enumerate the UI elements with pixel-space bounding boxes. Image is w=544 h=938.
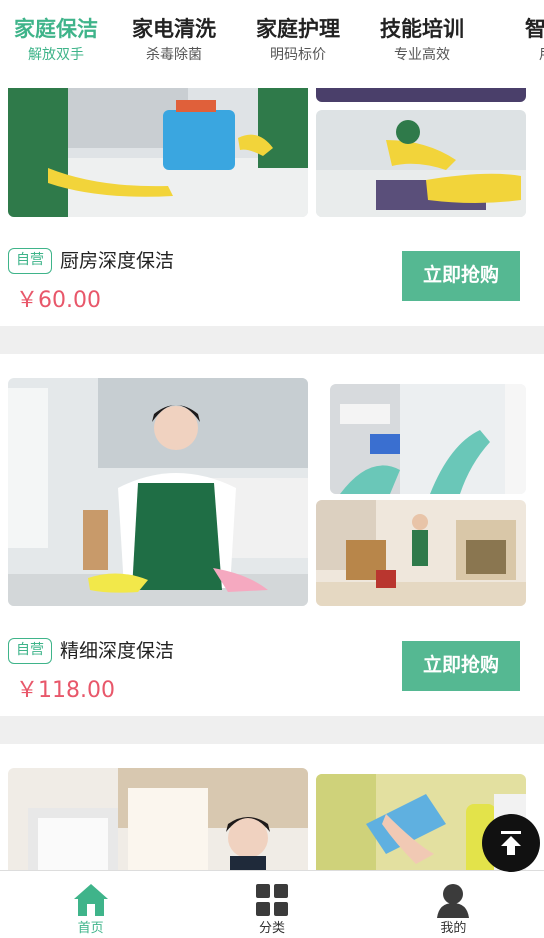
tab-subtitle: 用	[484, 44, 544, 66]
product-card[interactable]	[0, 744, 544, 870]
product-card[interactable]: 自营 厨房深度保洁 ￥60.00 立即抢购	[0, 88, 544, 326]
arrow-up-to-top-icon	[501, 831, 521, 855]
tab-title: 家庭护理	[256, 17, 340, 41]
tab-label: 首页	[77, 921, 104, 936]
buy-now-button[interactable]: 立即抢购	[402, 251, 520, 301]
home-icon	[73, 884, 108, 916]
back-to-top-button[interactable]	[482, 814, 540, 872]
bottom-tab-bar: 首页 分类 我的	[0, 870, 544, 938]
tab-subtitle: 解放双手	[28, 47, 84, 63]
product-photo-side-bottom	[316, 110, 526, 217]
product-photo-side-bottom	[316, 500, 526, 606]
tab-appliance-cleaning[interactable]: 家电清洗 杀毒除菌	[112, 0, 236, 88]
product-photo-main	[8, 88, 308, 217]
product-card[interactable]: 自营 精细深度保洁 ￥118.00 立即抢购	[0, 354, 544, 716]
tab-subtitle: 专业高效	[394, 47, 450, 63]
product-photo-side-top	[330, 384, 526, 494]
tab-skills-training[interactable]: 技能培训 专业高效	[360, 0, 484, 88]
tab-title: 家电清洗	[132, 17, 216, 41]
self-operated-badge: 自营	[8, 248, 52, 274]
tab-title: 家庭保洁	[14, 17, 98, 41]
tab-label: 我的	[440, 921, 467, 936]
buy-now-button[interactable]: 立即抢购	[402, 641, 520, 691]
bottom-tab-mine[interactable]: 我的	[363, 871, 544, 938]
product-price: ￥60.00	[16, 288, 101, 313]
tab-title: 智能	[525, 17, 544, 41]
tab-home-care[interactable]: 家庭护理 明码标价	[236, 0, 360, 88]
product-price: ￥118.00	[16, 678, 115, 703]
tab-smart[interactable]: 智能 用	[484, 0, 544, 88]
product-name: 精细深度保洁	[60, 640, 175, 662]
tab-home-cleaning[interactable]: 家庭保洁 解放双手	[0, 0, 112, 88]
product-photo-main	[8, 378, 308, 606]
tab-label: 分类	[258, 921, 285, 936]
user-icon	[437, 884, 470, 918]
tab-subtitle: 杀毒除菌	[146, 47, 202, 63]
tab-title: 技能培训	[380, 17, 464, 41]
product-photo-main	[8, 768, 308, 870]
tab-subtitle: 明码标价	[270, 47, 326, 63]
bottom-tab-home[interactable]: 首页	[0, 871, 181, 938]
product-feed[interactable]: 自营 厨房深度保洁 ￥60.00 立即抢购 自营 精细深度保洁 ￥118.00 …	[0, 88, 544, 870]
product-name: 厨房深度保洁	[60, 250, 175, 272]
grid-icon	[255, 884, 288, 916]
self-operated-badge: 自营	[8, 638, 52, 664]
bottom-tab-category[interactable]: 分类	[181, 871, 362, 938]
category-tab-bar: 家庭保洁 解放双手 家电清洗 杀毒除菌 家庭护理 明码标价 技能培训 专业高效 …	[0, 0, 544, 88]
product-photo-side-top	[316, 88, 526, 102]
